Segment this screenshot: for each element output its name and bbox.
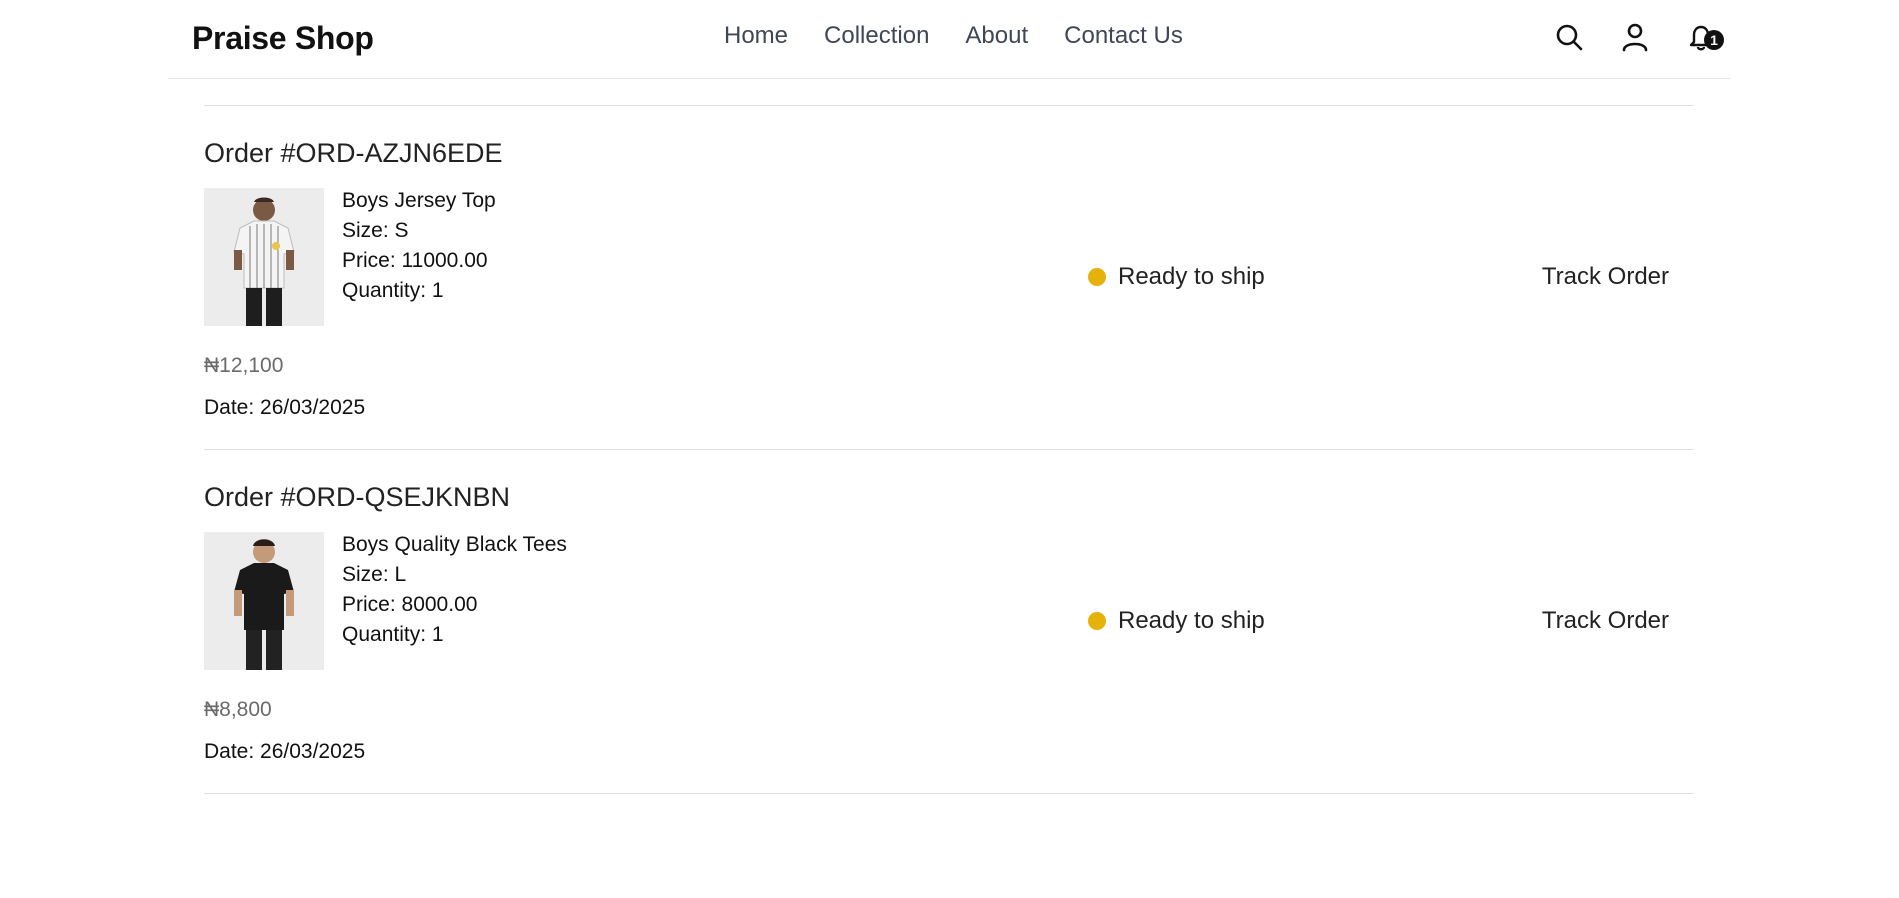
search-icon[interactable] [1554, 22, 1584, 52]
bell-icon[interactable]: 1 [1686, 22, 1724, 52]
site-header: Praise Shop Home Collection About Contac… [168, 0, 1730, 79]
product-size: Size: S [342, 219, 409, 242]
nav-home-link[interactable]: Home [724, 22, 788, 50]
order-title: Order #ORD-QSEJKNBN [204, 482, 511, 512]
status-label: Ready to ship [1118, 607, 1265, 634]
product-size: Size: L [342, 563, 407, 586]
order-status: Ready to ship [1088, 607, 1265, 635]
order-card: Order #ORD-QSEJKNBN Boys Quality Black T… [204, 449, 1693, 794]
status-dot-icon [1088, 612, 1106, 630]
order-title: Order #ORD-AZJN6EDE [204, 138, 503, 168]
product-image [204, 188, 324, 326]
order-date: Date: 26/03/2025 [204, 740, 366, 763]
nav-contact-link[interactable]: Contact Us [1064, 22, 1183, 50]
nav-collection-link[interactable]: Collection [824, 22, 929, 50]
order-date: Date: 26/03/2025 [204, 396, 366, 419]
order-status: Ready to ship [1088, 263, 1265, 291]
product-image [204, 532, 324, 670]
product-price: Price: 8000.00 [342, 593, 478, 616]
product-quantity: Quantity: 1 [342, 279, 444, 302]
order-card: Order #ORD-AZJN6EDE Boys Jersey Top Size… [204, 105, 1693, 449]
header-actions: 1 [1554, 22, 1724, 52]
user-icon[interactable] [1620, 22, 1650, 52]
product-price: Price: 11000.00 [342, 249, 488, 272]
product-quantity: Quantity: 1 [342, 623, 444, 646]
product-details: Boys Quality Black Tees Size: L Price: 8… [342, 530, 567, 650]
brand-logo[interactable]: Praise Shop [192, 20, 374, 57]
product-name: Boys Quality Black Tees [342, 533, 567, 556]
notification-badge: 1 [1704, 30, 1724, 50]
orders-list: Order #ORD-AZJN6EDE Boys Jersey Top Size… [204, 105, 1693, 794]
product-details: Boys Jersey Top Size: S Price: 11000.00 … [342, 186, 496, 306]
track-order-button[interactable]: Track Order [1542, 263, 1669, 291]
order-total: ₦8,800 [204, 698, 272, 721]
nav-about-link[interactable]: About [965, 22, 1028, 50]
status-label: Ready to ship [1118, 263, 1265, 290]
product-name: Boys Jersey Top [342, 189, 496, 212]
status-dot-icon [1088, 268, 1106, 286]
order-total: ₦12,100 [204, 354, 284, 377]
track-order-button[interactable]: Track Order [1542, 607, 1669, 635]
main-nav: Home Collection About Contact Us [724, 22, 1183, 50]
